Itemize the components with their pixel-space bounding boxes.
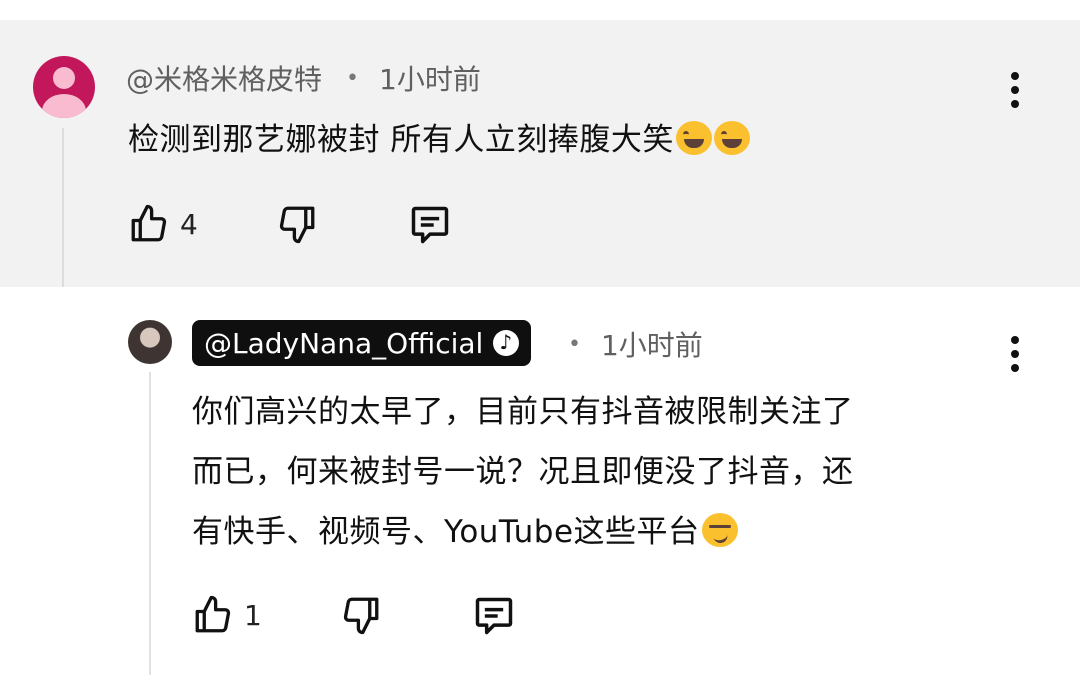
avatar-head-shape [53, 67, 75, 89]
thumbs-up-icon [131, 204, 167, 242]
reply-author: @LadyNana_Official [204, 326, 484, 360]
channel-name-badge[interactable]: @LadyNana_Official [192, 320, 532, 366]
reply-meta: • 1小时前 [544, 324, 703, 364]
reply-time: 1小时前 [600, 329, 703, 362]
tears-of-joy-emoji [713, 121, 750, 155]
avatar-body-shape [42, 94, 86, 118]
reply-avatar[interactable] [128, 320, 172, 364]
reply-like-button[interactable]: 1 [192, 594, 262, 636]
dislike-button[interactable] [276, 203, 318, 245]
comment-body: 检测到那艺娜被封 所有人立刻捧腹大笑 [128, 122, 674, 158]
reply-text-line-3-body: 有快手、视频号、YouTube这些平台 [192, 514, 700, 550]
tears-of-joy-emoji [675, 121, 712, 155]
separator-dot: • [346, 65, 359, 91]
reply-text-line-3: 有快手、视频号、YouTube这些平台 [192, 506, 738, 551]
top-strip [0, 0, 1080, 20]
thumbs-down-icon [343, 597, 379, 635]
more-vertical-icon[interactable] [1010, 336, 1020, 378]
reply-dislike-button[interactable] [340, 594, 382, 636]
smirk-emoji [701, 513, 738, 547]
thumbs-down-icon [279, 206, 315, 244]
like-count: 4 [180, 207, 198, 241]
reply-text-line-2: 而已，何来被封号一说？况且即便没了抖音，还 [192, 454, 854, 490]
user-avatar[interactable] [33, 56, 95, 118]
reply-text-line-1: 你们高兴的太早了，目前只有抖音被限制关注了 [192, 394, 854, 430]
separator-dot: • [568, 331, 581, 357]
reply-comment-icon [475, 597, 513, 635]
comment-time: 1小时前 [379, 63, 481, 96]
music-note-verified-icon [493, 330, 520, 356]
reply-comment-icon [411, 206, 449, 244]
comment-meta: @米格米格皮特 • 1小时前 [126, 58, 481, 98]
comment-author[interactable]: @米格米格皮特 [126, 58, 322, 98]
comment-text: 检测到那艺娜被封 所有人立刻捧腹大笑 [128, 114, 750, 159]
reply-button[interactable] [408, 203, 452, 247]
reply-reply-button[interactable] [472, 594, 516, 638]
reply-thread-line [149, 372, 151, 675]
like-button[interactable]: 4 [128, 203, 198, 245]
reply-like-count: 1 [244, 598, 262, 632]
more-vertical-icon[interactable] [1010, 72, 1020, 114]
thumbs-up-icon [195, 595, 231, 633]
